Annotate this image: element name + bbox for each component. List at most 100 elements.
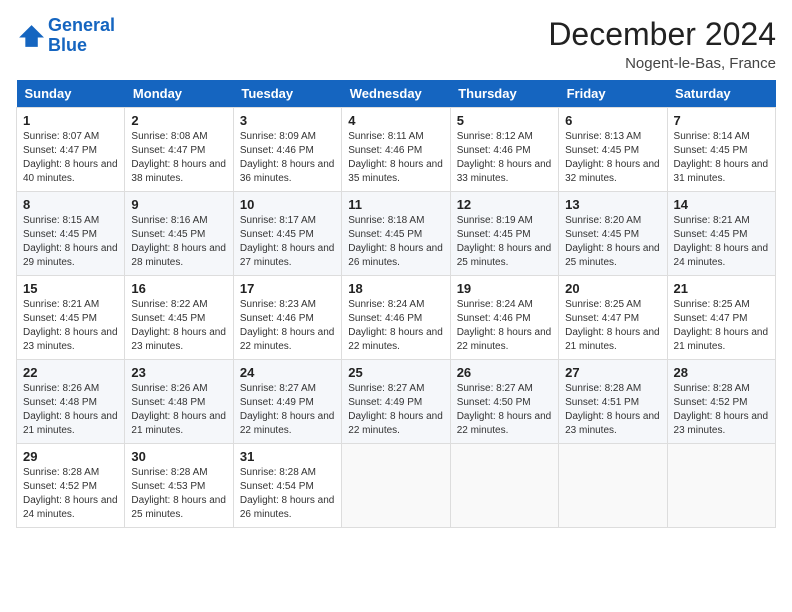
day-number: 1 xyxy=(23,113,118,128)
sunset-text: Sunset: 4:46 PM xyxy=(348,144,443,158)
day-number: 30 xyxy=(131,449,226,464)
sunrise-text: Sunrise: 8:26 AM xyxy=(131,382,226,396)
daylight-text: Daylight: 8 hours and 21 minutes. xyxy=(565,326,660,354)
day-info: Sunrise: 8:28 AM Sunset: 4:52 PM Dayligh… xyxy=(23,466,118,522)
sunrise-text: Sunrise: 8:28 AM xyxy=(674,382,769,396)
day-info: Sunrise: 8:26 AM Sunset: 4:48 PM Dayligh… xyxy=(131,382,226,438)
table-row: 5 Sunrise: 8:12 AM Sunset: 4:46 PM Dayli… xyxy=(450,108,558,192)
sunset-text: Sunset: 4:46 PM xyxy=(240,312,335,326)
sunset-text: Sunset: 4:45 PM xyxy=(131,312,226,326)
header-monday: Monday xyxy=(125,80,233,108)
calendar-week-row: 15 Sunrise: 8:21 AM Sunset: 4:45 PM Dayl… xyxy=(17,276,776,360)
table-row: 26 Sunrise: 8:27 AM Sunset: 4:50 PM Dayl… xyxy=(450,360,558,444)
sunrise-text: Sunrise: 8:28 AM xyxy=(565,382,660,396)
day-number: 15 xyxy=(23,281,118,296)
daylight-text: Daylight: 8 hours and 23 minutes. xyxy=(131,326,226,354)
sunset-text: Sunset: 4:54 PM xyxy=(240,480,335,494)
logo-line2: Blue xyxy=(48,35,87,55)
daylight-text: Daylight: 8 hours and 33 minutes. xyxy=(457,158,552,186)
table-row: 29 Sunrise: 8:28 AM Sunset: 4:52 PM Dayl… xyxy=(17,444,125,528)
day-info: Sunrise: 8:20 AM Sunset: 4:45 PM Dayligh… xyxy=(565,214,660,270)
table-row: 14 Sunrise: 8:21 AM Sunset: 4:45 PM Dayl… xyxy=(667,192,775,276)
logo-text: General Blue xyxy=(48,16,115,56)
day-info: Sunrise: 8:24 AM Sunset: 4:46 PM Dayligh… xyxy=(457,298,552,354)
daylight-text: Daylight: 8 hours and 23 minutes. xyxy=(565,410,660,438)
day-number: 8 xyxy=(23,197,118,212)
sunrise-text: Sunrise: 8:14 AM xyxy=(674,130,769,144)
day-info: Sunrise: 8:22 AM Sunset: 4:45 PM Dayligh… xyxy=(131,298,226,354)
logo-icon xyxy=(16,22,44,50)
sunset-text: Sunset: 4:45 PM xyxy=(131,228,226,242)
daylight-text: Daylight: 8 hours and 26 minutes. xyxy=(240,494,335,522)
sunrise-text: Sunrise: 8:25 AM xyxy=(565,298,660,312)
day-info: Sunrise: 8:09 AM Sunset: 4:46 PM Dayligh… xyxy=(240,130,335,186)
calendar-week-row: 8 Sunrise: 8:15 AM Sunset: 4:45 PM Dayli… xyxy=(17,192,776,276)
sunset-text: Sunset: 4:46 PM xyxy=(240,144,335,158)
table-row: 1 Sunrise: 8:07 AM Sunset: 4:47 PM Dayli… xyxy=(17,108,125,192)
sunrise-text: Sunrise: 8:21 AM xyxy=(674,214,769,228)
table-row: 8 Sunrise: 8:15 AM Sunset: 4:45 PM Dayli… xyxy=(17,192,125,276)
daylight-text: Daylight: 8 hours and 26 minutes. xyxy=(348,242,443,270)
header-thursday: Thursday xyxy=(450,80,558,108)
table-row: 16 Sunrise: 8:22 AM Sunset: 4:45 PM Dayl… xyxy=(125,276,233,360)
table-row: 28 Sunrise: 8:28 AM Sunset: 4:52 PM Dayl… xyxy=(667,360,775,444)
day-number: 19 xyxy=(457,281,552,296)
sunrise-text: Sunrise: 8:27 AM xyxy=(240,382,335,396)
table-row: 21 Sunrise: 8:25 AM Sunset: 4:47 PM Dayl… xyxy=(667,276,775,360)
table-row: 2 Sunrise: 8:08 AM Sunset: 4:47 PM Dayli… xyxy=(125,108,233,192)
table-row: 12 Sunrise: 8:19 AM Sunset: 4:45 PM Dayl… xyxy=(450,192,558,276)
daylight-text: Daylight: 8 hours and 24 minutes. xyxy=(23,494,118,522)
logo: General Blue xyxy=(16,16,115,56)
day-info: Sunrise: 8:25 AM Sunset: 4:47 PM Dayligh… xyxy=(565,298,660,354)
day-number: 26 xyxy=(457,365,552,380)
table-row: 25 Sunrise: 8:27 AM Sunset: 4:49 PM Dayl… xyxy=(342,360,450,444)
table-row: 22 Sunrise: 8:26 AM Sunset: 4:48 PM Dayl… xyxy=(17,360,125,444)
sunrise-text: Sunrise: 8:20 AM xyxy=(565,214,660,228)
sunrise-text: Sunrise: 8:23 AM xyxy=(240,298,335,312)
day-number: 18 xyxy=(348,281,443,296)
table-row: 3 Sunrise: 8:09 AM Sunset: 4:46 PM Dayli… xyxy=(233,108,341,192)
day-number: 16 xyxy=(131,281,226,296)
sunrise-text: Sunrise: 8:18 AM xyxy=(348,214,443,228)
sunrise-text: Sunrise: 8:22 AM xyxy=(131,298,226,312)
table-row: 13 Sunrise: 8:20 AM Sunset: 4:45 PM Dayl… xyxy=(559,192,667,276)
calendar-week-row: 22 Sunrise: 8:26 AM Sunset: 4:48 PM Dayl… xyxy=(17,360,776,444)
table-row: 31 Sunrise: 8:28 AM Sunset: 4:54 PM Dayl… xyxy=(233,444,341,528)
daylight-text: Daylight: 8 hours and 21 minutes. xyxy=(674,326,769,354)
sunset-text: Sunset: 4:52 PM xyxy=(23,480,118,494)
daylight-text: Daylight: 8 hours and 22 minutes. xyxy=(348,326,443,354)
day-info: Sunrise: 8:28 AM Sunset: 4:54 PM Dayligh… xyxy=(240,466,335,522)
sunrise-text: Sunrise: 8:09 AM xyxy=(240,130,335,144)
sunrise-text: Sunrise: 8:26 AM xyxy=(23,382,118,396)
table-row: 17 Sunrise: 8:23 AM Sunset: 4:46 PM Dayl… xyxy=(233,276,341,360)
daylight-text: Daylight: 8 hours and 25 minutes. xyxy=(131,494,226,522)
sunrise-text: Sunrise: 8:25 AM xyxy=(674,298,769,312)
location-title: Nogent-le-Bas, France xyxy=(548,55,776,72)
sunset-text: Sunset: 4:45 PM xyxy=(23,312,118,326)
daylight-text: Daylight: 8 hours and 22 minutes. xyxy=(240,410,335,438)
day-info: Sunrise: 8:27 AM Sunset: 4:49 PM Dayligh… xyxy=(348,382,443,438)
day-info: Sunrise: 8:21 AM Sunset: 4:45 PM Dayligh… xyxy=(674,214,769,270)
calendar-table: Sunday Monday Tuesday Wednesday Thursday… xyxy=(16,80,776,528)
page-header: General Blue December 2024 Nogent-le-Bas… xyxy=(16,16,776,72)
sunset-text: Sunset: 4:45 PM xyxy=(348,228,443,242)
day-number: 9 xyxy=(131,197,226,212)
table-row: 18 Sunrise: 8:24 AM Sunset: 4:46 PM Dayl… xyxy=(342,276,450,360)
day-number: 14 xyxy=(674,197,769,212)
day-info: Sunrise: 8:21 AM Sunset: 4:45 PM Dayligh… xyxy=(23,298,118,354)
day-number: 22 xyxy=(23,365,118,380)
sunrise-text: Sunrise: 8:28 AM xyxy=(240,466,335,480)
sunrise-text: Sunrise: 8:19 AM xyxy=(457,214,552,228)
table-row: 15 Sunrise: 8:21 AM Sunset: 4:45 PM Dayl… xyxy=(17,276,125,360)
daylight-text: Daylight: 8 hours and 28 minutes. xyxy=(131,242,226,270)
day-info: Sunrise: 8:17 AM Sunset: 4:45 PM Dayligh… xyxy=(240,214,335,270)
sunset-text: Sunset: 4:46 PM xyxy=(457,144,552,158)
daylight-text: Daylight: 8 hours and 22 minutes. xyxy=(457,326,552,354)
day-info: Sunrise: 8:24 AM Sunset: 4:46 PM Dayligh… xyxy=(348,298,443,354)
day-number: 27 xyxy=(565,365,660,380)
sunrise-text: Sunrise: 8:15 AM xyxy=(23,214,118,228)
day-number: 5 xyxy=(457,113,552,128)
daylight-text: Daylight: 8 hours and 22 minutes. xyxy=(348,410,443,438)
sunset-text: Sunset: 4:50 PM xyxy=(457,396,552,410)
daylight-text: Daylight: 8 hours and 21 minutes. xyxy=(131,410,226,438)
